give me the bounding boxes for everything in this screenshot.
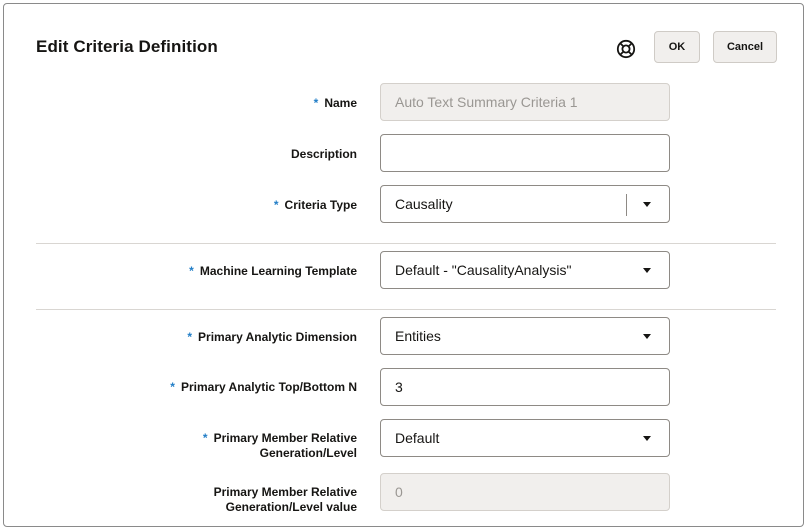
name-label-text: Name <box>324 96 357 110</box>
relative-generation-label-line2: Generation/Level <box>259 446 357 460</box>
lifebuoy-help-icon[interactable] <box>616 39 636 59</box>
ml-template-value: Default - "CausalityAnalysis" <box>395 262 572 278</box>
ok-button[interactable]: OK <box>654 31 700 63</box>
required-marker: * <box>202 431 208 445</box>
top-bottom-n-label-text: Primary Analytic Top/Bottom N <box>180 380 357 394</box>
description-label: Description <box>290 147 357 161</box>
cancel-button[interactable]: Cancel <box>713 31 777 63</box>
ml-template-select[interactable]: Default - "CausalityAnalysis" <box>380 251 670 289</box>
primary-dimension-select[interactable]: Entities <box>380 317 670 355</box>
select-divider <box>626 194 627 216</box>
chevron-down-icon[interactable] <box>643 202 651 207</box>
name-input: Auto Text Summary Criteria 1 <box>380 83 670 121</box>
relative-generation-select[interactable]: Default <box>380 419 670 457</box>
section-divider <box>36 243 776 244</box>
section-divider <box>36 309 776 310</box>
chevron-down-icon[interactable] <box>643 268 651 273</box>
criteria-type-select[interactable]: Causality <box>380 185 670 223</box>
relative-generation-value-label-line2: Generation/Level value <box>225 500 357 514</box>
primary-dimension-label: * Primary Analytic Dimension <box>187 330 357 345</box>
primary-dimension-label-text: Primary Analytic Dimension <box>198 330 357 344</box>
chevron-down-icon[interactable] <box>643 334 651 339</box>
criteria-type-label: * Criteria Type <box>274 198 357 213</box>
criteria-type-label-text: Criteria Type <box>284 198 357 212</box>
edit-criteria-dialog: Edit Criteria Definition OK Cancel * Name… <box>3 3 804 527</box>
relative-generation-value-label-line1: Primary Member Relative <box>213 485 357 499</box>
required-marker: * <box>170 380 175 394</box>
required-marker: * <box>189 264 194 278</box>
relative-generation-label-line1: Primary Member Relative <box>213 431 357 445</box>
relative-generation-label: * Primary Member Relative Generation/Leve… <box>203 431 357 461</box>
ml-template-label-text: Machine Learning Template <box>199 264 357 278</box>
dialog-title: Edit Criteria Definition <box>36 37 218 56</box>
relative-generation-value-input: 0 <box>380 473 670 511</box>
chevron-down-icon[interactable] <box>643 436 651 441</box>
required-marker: * <box>273 198 279 212</box>
description-input[interactable] <box>380 134 670 172</box>
relative-generation-value-label: Primary Member Relative Generation/Level… <box>214 485 357 515</box>
relative-generation-value: Default <box>395 430 440 446</box>
required-marker: * <box>187 330 193 344</box>
top-bottom-n-input[interactable]: 3 <box>380 368 670 406</box>
required-marker: * <box>313 96 319 110</box>
primary-dimension-value: Entities <box>395 328 441 344</box>
criteria-type-value: Causality <box>395 196 453 212</box>
name-label: * Name <box>314 96 357 111</box>
top-bottom-n-label: * Primary Analytic Top/Bottom N <box>170 380 357 395</box>
ml-template-label: * Machine Learning Template <box>189 264 357 279</box>
